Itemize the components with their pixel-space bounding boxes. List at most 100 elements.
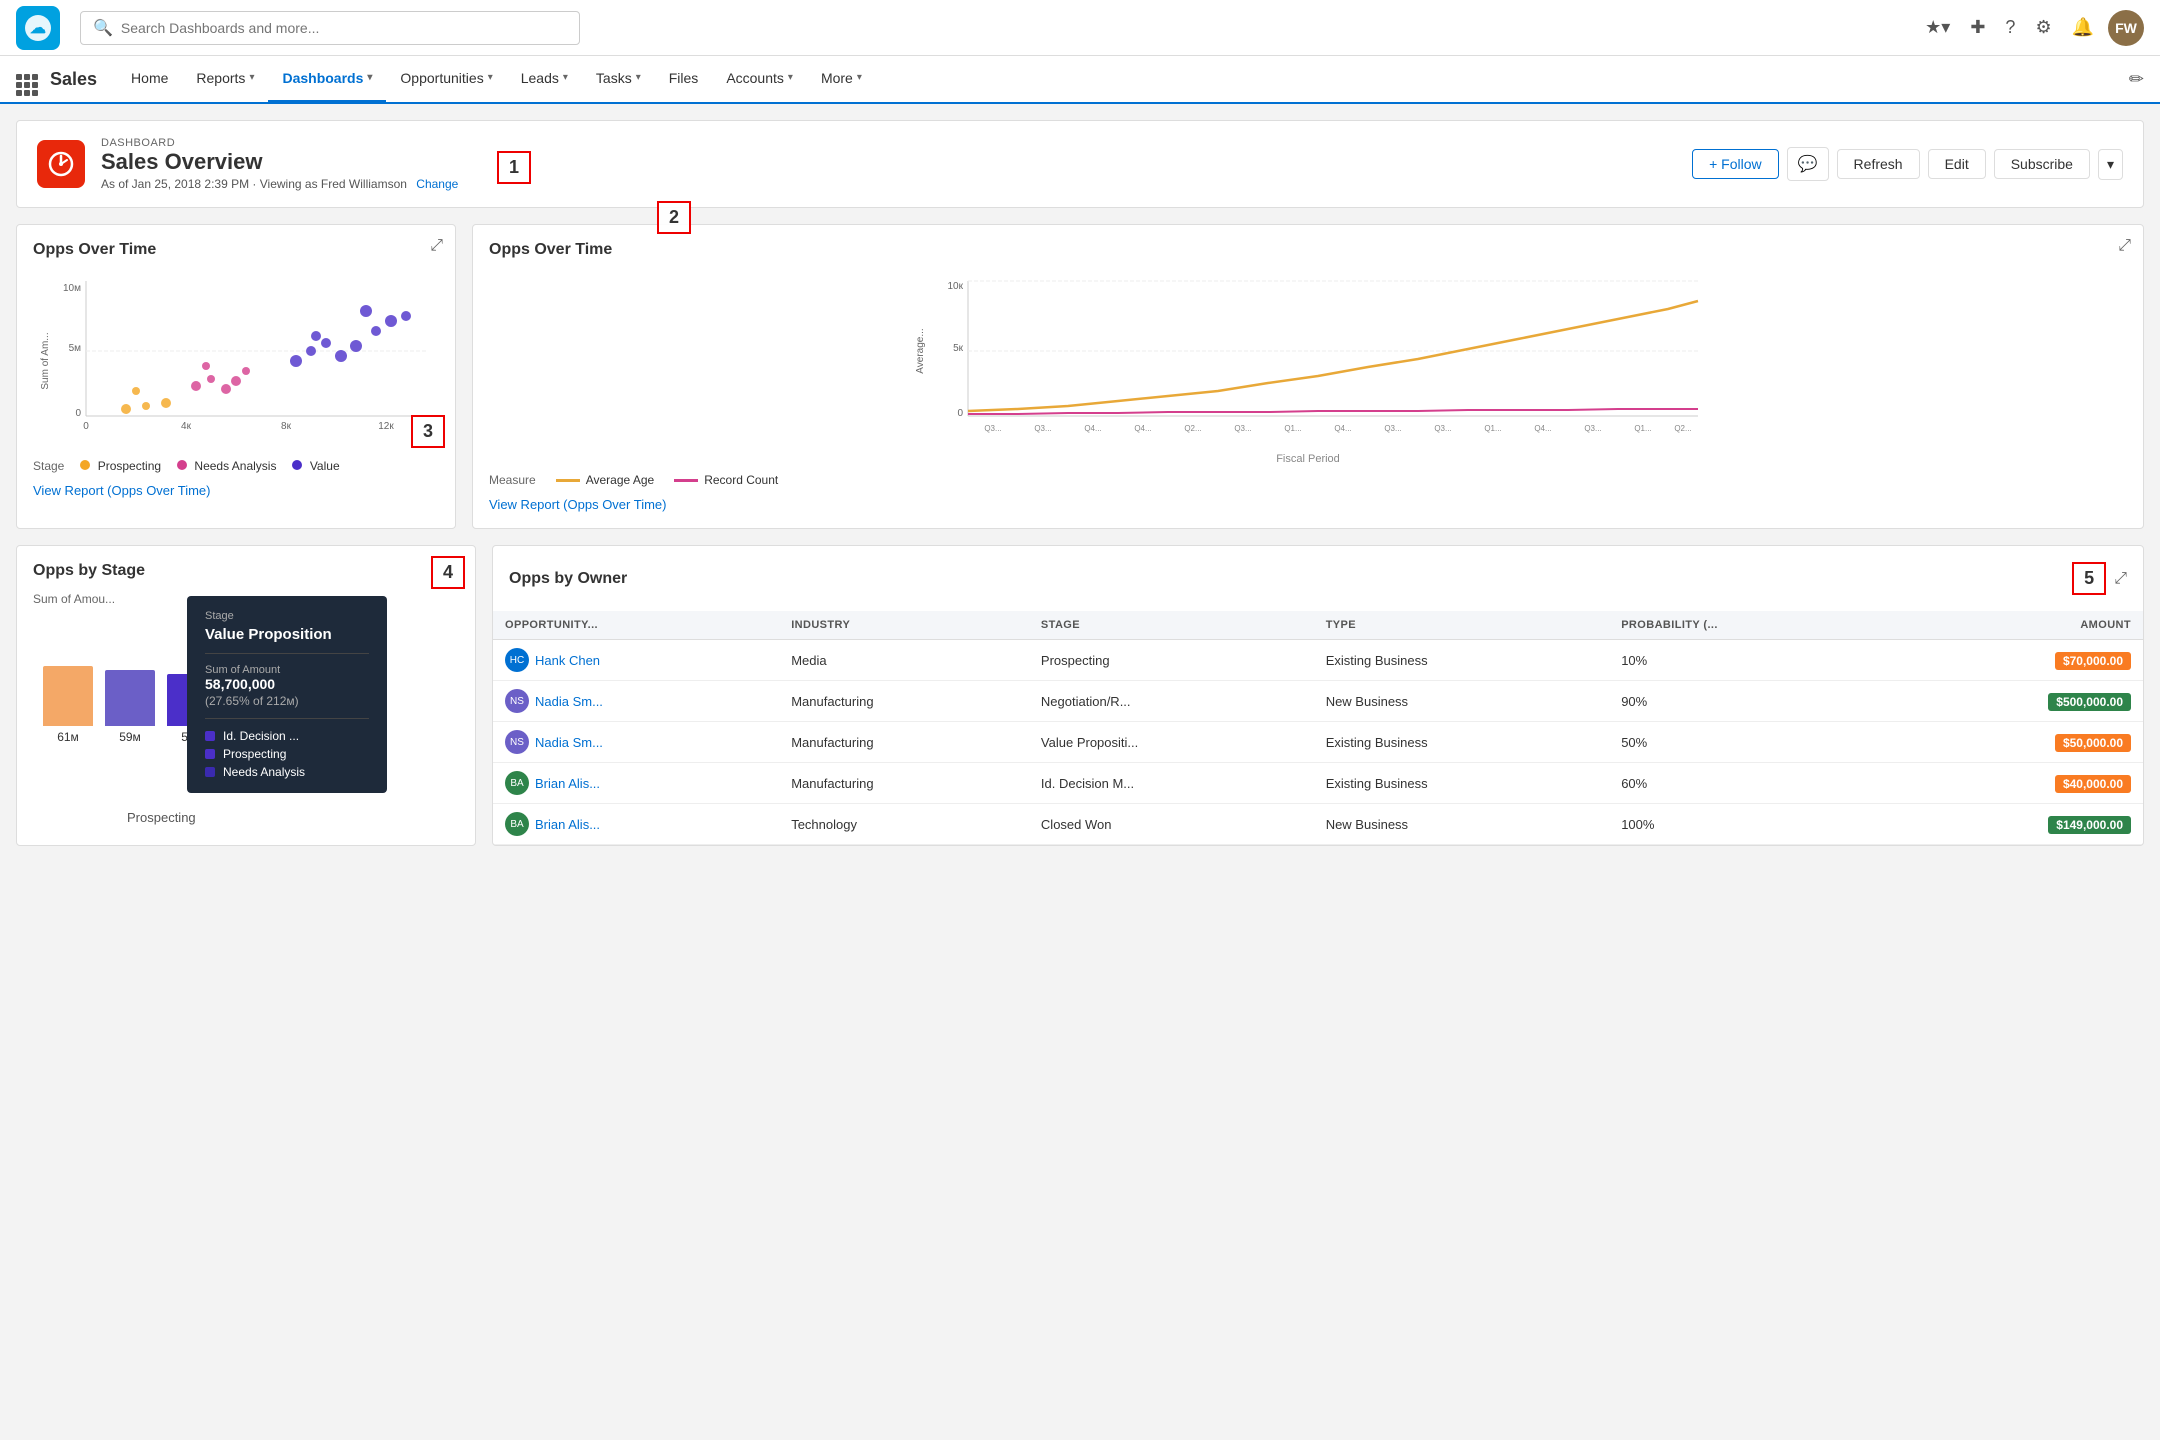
expand-table-button[interactable]: ⤢ [2114,570,2127,588]
cell-owner: BA Brian Alis... [493,763,779,804]
svg-text:Q4...: Q4... [1334,424,1351,433]
expand-line-button[interactable]: ⤢ [2118,237,2131,255]
bar-chart-tooltip: Stage Value Proposition Sum of Amount 58… [187,596,387,793]
svg-text:0: 0 [957,408,963,419]
svg-text:10м: 10м [63,283,81,294]
avatar[interactable]: FW [2108,10,2144,46]
annotation-5: 5 [2072,562,2106,595]
cell-owner: NS Nadia Sm... [493,722,779,763]
subscribe-button[interactable]: Subscribe [1994,149,2090,179]
nav-files[interactable]: Files [655,55,713,103]
settings-button[interactable]: ⚙ [2029,11,2057,44]
table-head: OPPORTUNITY... INDUSTRY STAGE TYPE PROBA… [493,611,2143,640]
svg-text:5м: 5м [69,343,82,354]
cell-type: New Business [1314,804,1610,845]
expand-scatter-button[interactable]: ⤢ [430,237,443,255]
svg-text:Q4...: Q4... [1134,424,1151,433]
chatter-button[interactable]: 💬 [1787,147,1829,181]
cell-probability: 60% [1609,763,1892,804]
change-link[interactable]: Change [416,177,458,191]
svg-text:5к: 5к [953,343,964,354]
notifications-button[interactable]: 🔔 [2066,11,2100,44]
gear-icon: ⚙ [2035,17,2051,38]
svg-text:Q4...: Q4... [1084,424,1101,433]
bar-chart-card: Opps by Stage 4 Sum of Amou... 61м 59м [16,545,476,846]
cell-stage: Closed Won [1029,804,1314,845]
table-row: NS Nadia Sm... Manufacturing Value Propo… [493,722,2143,763]
owner-name[interactable]: Brian Alis... [535,817,600,832]
line-legend: Measure Average Age Record Count [489,473,2127,487]
cell-probability: 100% [1609,804,1892,845]
cell-stage: Value Propositi... [1029,722,1314,763]
cell-type: Existing Business [1314,640,1610,681]
line-view-report-link[interactable]: View Report (Opps Over Time) [489,497,666,512]
cell-amount: $50,000.00 [1892,722,2143,763]
fiscal-period-label: Fiscal Period [489,453,2127,465]
nav-dashboards[interactable]: Dashboards ▾ [268,55,386,103]
owner-name[interactable]: Hank Chen [535,653,600,668]
favorites-button[interactable]: ★▾ [1919,11,1956,44]
nav-tasks[interactable]: Tasks ▾ [582,55,655,103]
table-row: NS Nadia Sm... Manufacturing Negotiation… [493,681,2143,722]
table-header: Opps by Owner 5 ⤢ [493,546,2143,611]
grid-menu-icon[interactable] [16,63,38,96]
table-row: HC Hank Chen Media Prospecting Existing … [493,640,2143,681]
owner-avatar: BA [505,812,529,836]
svg-text:0: 0 [83,421,89,432]
scatter-area: 10м 5м 0 0 4к 8к 12к Sum of Am... [33,271,439,451]
bar-1: 61м [43,666,93,744]
app-name: Sales [50,69,97,90]
table-title: Opps by Owner [509,570,627,588]
owner-name[interactable]: Nadia Sm... [535,694,603,709]
svg-text:Average...: Average... [915,328,926,373]
chevron-down-icon: ▾ [857,72,862,83]
nav-opportunities[interactable]: Opportunities ▾ [386,55,506,103]
dashboard-actions: + Follow 💬 Refresh Edit Subscribe ▾ [1692,147,2123,181]
amount-badge: $40,000.00 [2055,775,2131,793]
svg-text:☁: ☁ [30,20,46,37]
more-dropdown-button[interactable]: ▾ [2098,149,2123,180]
edit-button[interactable]: Edit [1928,149,1986,179]
edit-nav-icon[interactable]: ✏ [2129,69,2144,90]
help-button[interactable]: ? [1999,11,2021,44]
refresh-button[interactable]: Refresh [1837,149,1920,179]
cell-type: New Business [1314,681,1610,722]
col-stage: STAGE [1029,611,1314,640]
nav-reports[interactable]: Reports ▾ [182,55,268,103]
cell-industry: Manufacturing [779,681,1029,722]
help-icon: ? [2005,17,2015,38]
nav-home[interactable]: Home [117,55,182,103]
owner-avatar: NS [505,730,529,754]
search-input[interactable] [121,20,567,36]
nav-accounts[interactable]: Accounts ▾ [712,55,807,103]
navbar: Sales Home Reports ▾ Dashboards ▾ Opport… [0,56,2160,104]
svg-text:12к: 12к [378,421,394,432]
scatter-view-report-link[interactable]: View Report (Opps Over Time) [33,483,210,498]
charts-row: Opps Over Time ⤢ 3 10м 5м 0 0 4к 8 [16,224,2144,529]
scatter-chart-title: Opps Over Time [33,241,439,259]
dashboard-meta: As of Jan 25, 2018 2:39 PM · Viewing as … [101,177,1676,191]
search-box[interactable]: 🔍 [80,11,580,45]
line-chart-card: Opps Over Time ⤢ 10к 5к 0 Average... [472,224,2144,529]
svg-text:Q2...: Q2... [1184,424,1201,433]
chevron-down-icon: ▾ [788,72,793,83]
scatter-chart-card: Opps Over Time ⤢ 3 10м 5м 0 0 4к 8 [16,224,456,529]
owner-avatar: NS [505,689,529,713]
owner-name[interactable]: Brian Alis... [535,776,600,791]
scatter-legend: Stage Prospecting Needs Analysis Value [33,459,439,473]
col-probability: PROBABILITY (... [1609,611,1892,640]
dashboard-header: DASHBOARD Sales Overview As of Jan 25, 2… [16,120,2144,208]
svg-text:Q3...: Q3... [1034,424,1051,433]
svg-text:8к: 8к [281,421,292,432]
nav-leads[interactable]: Leads ▾ [507,55,582,103]
nav-more[interactable]: More ▾ [807,55,876,103]
cell-amount: $500,000.00 [1892,681,2143,722]
main-content: DASHBOARD Sales Overview As of Jan 25, 2… [0,104,2160,862]
svg-text:Q2...: Q2... [1674,424,1691,433]
follow-button[interactable]: + Follow [1692,149,1779,179]
chevron-down-icon: ▾ [563,72,568,83]
owner-name[interactable]: Nadia Sm... [535,735,603,750]
add-button[interactable]: ✚ [1964,11,1991,44]
amount-badge: $70,000.00 [2055,652,2131,670]
salesforce-logo: ☁ [16,6,60,50]
